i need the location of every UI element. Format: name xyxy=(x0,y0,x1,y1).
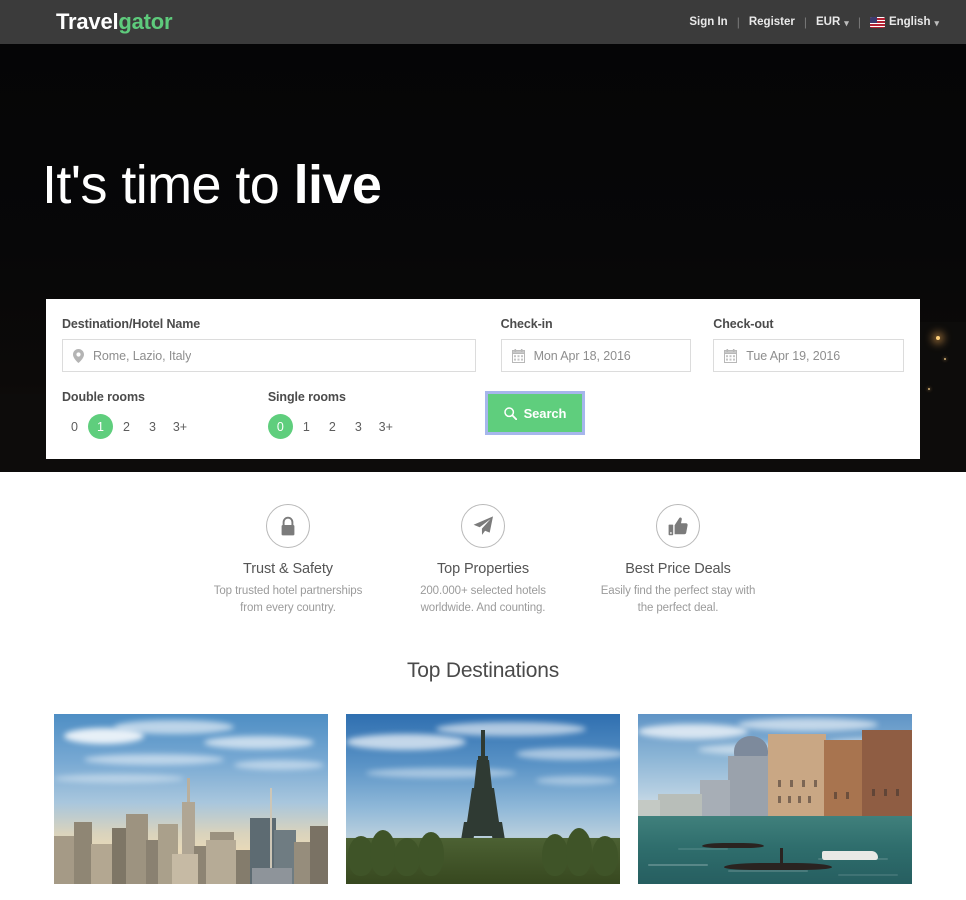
register-link[interactable]: Register xyxy=(740,16,804,28)
double-rooms-options: 0 1 2 3 3+ xyxy=(62,414,268,439)
single-rooms-option-0[interactable]: 0 xyxy=(267,414,293,439)
feature-desc-line1: 200.000+ selected hotels xyxy=(420,585,546,597)
checkin-field-group: Check-in Mon Apr 18, 2016 xyxy=(500,317,692,372)
logo-text-accent: gator xyxy=(118,9,173,34)
top-destinations-grid: New York, United States xyxy=(0,714,966,900)
feature-desc-line1: Top trusted hotel partnerships xyxy=(213,585,363,597)
search-icon xyxy=(503,406,517,420)
currency-label: EUR xyxy=(816,16,841,28)
feature-description: 200.000+ selected hotels worldwide. And … xyxy=(420,583,546,616)
chevron-down-icon: ▾ xyxy=(934,17,939,28)
top-navigation: Sign In | Register | EUR ▾ | English ▾ xyxy=(680,15,948,29)
feature-title: Best Price Deals xyxy=(625,561,731,577)
search-button[interactable]: Search xyxy=(485,391,585,435)
feature-title: Top Properties xyxy=(436,561,530,577)
new-york-skyline-photo xyxy=(54,714,328,885)
checkin-value: Mon Apr 18, 2016 xyxy=(533,348,631,363)
single-rooms-label: Single rooms xyxy=(267,390,346,404)
us-flag-icon xyxy=(869,16,885,28)
paper-plane-icon xyxy=(461,504,505,548)
currency-selector[interactable]: EUR ▾ xyxy=(807,16,858,28)
search-button-wrap: Search xyxy=(485,390,585,435)
search-form-card: Destination/Hotel Name Rome, Lazio, Ital… xyxy=(46,299,920,459)
checkout-input[interactable]: Tue Apr 19, 2016 xyxy=(713,339,904,372)
eiffel-tower-photo xyxy=(346,714,620,885)
single-rooms-option-2[interactable]: 2 xyxy=(320,414,345,439)
double-rooms-label: Double rooms xyxy=(62,390,145,404)
single-rooms-option-3plus[interactable]: 3+ xyxy=(372,414,400,439)
feature-trust-safety: Trust & Safety Top trusted hotel partner… xyxy=(191,504,386,616)
destination-field-group: Destination/Hotel Name Rome, Lazio, Ital… xyxy=(62,317,476,372)
language-label: English xyxy=(888,16,931,28)
hero-title-light: It's time to xyxy=(42,155,294,215)
logo[interactable]: Travelgator xyxy=(56,9,173,35)
destination-card-venice[interactable]: Venice, Italy xyxy=(638,714,912,900)
feature-desc-line2: worldwide. And counting. xyxy=(420,601,546,614)
destination-card-new-york[interactable]: New York, United States xyxy=(54,714,328,900)
feature-desc-line2: the perfect deal. xyxy=(637,601,719,614)
venice-grand-canal-photo xyxy=(638,714,912,885)
single-rooms-option-1[interactable]: 1 xyxy=(294,414,319,439)
top-destinations-heading: Top Destinations xyxy=(406,659,560,683)
double-rooms-option-3[interactable]: 3 xyxy=(140,414,165,439)
features-section: Trust & Safety Top trusted hotel partner… xyxy=(0,472,966,617)
logo-text-primary: Travel xyxy=(56,9,119,34)
search-row-rooms: Double rooms 0 1 2 3 3+ Single rooms 0 1… xyxy=(62,390,904,439)
sign-in-link[interactable]: Sign In xyxy=(680,16,736,28)
map-pin-icon xyxy=(73,348,84,363)
double-rooms-option-0[interactable]: 0 xyxy=(62,414,87,439)
destination-input[interactable]: Rome, Lazio, Italy xyxy=(62,339,476,372)
hero-title-bold: live xyxy=(293,155,382,215)
feature-top-properties: Top Properties 200.000+ selected hotels … xyxy=(386,504,581,616)
checkin-label: Check-in xyxy=(500,317,553,331)
feature-description: Top trusted hotel partnerships from ever… xyxy=(214,583,363,616)
feature-desc-line1: Easily find the perfect stay with xyxy=(600,585,756,597)
feature-description: Easily find the perfect stay with the pe… xyxy=(601,583,756,616)
checkout-label: Check-out xyxy=(713,317,774,331)
language-selector[interactable]: English ▾ xyxy=(861,16,948,28)
checkin-input[interactable]: Mon Apr 18, 2016 xyxy=(500,339,692,372)
thumbs-up-icon xyxy=(656,504,700,548)
double-rooms-option-2[interactable]: 2 xyxy=(114,414,139,439)
double-rooms-option-1[interactable]: 1 xyxy=(88,414,113,439)
double-rooms-group: Double rooms 0 1 2 3 3+ xyxy=(62,390,268,439)
search-button-label: Search xyxy=(523,405,567,421)
destination-label: Destination/Hotel Name xyxy=(62,317,201,331)
lock-icon xyxy=(266,504,310,548)
hero-title: It's time to live xyxy=(42,155,382,215)
feature-best-price-deals: Best Price Deals Easily find the perfect… xyxy=(581,504,776,616)
single-rooms-option-3[interactable]: 3 xyxy=(346,414,371,439)
double-rooms-option-3plus[interactable]: 3+ xyxy=(166,414,194,439)
calendar-icon xyxy=(511,348,525,363)
feature-title: Trust & Safety xyxy=(243,561,333,577)
feature-desc-line2: from every country. xyxy=(240,601,336,614)
single-rooms-options: 0 1 2 3 3+ xyxy=(267,414,488,439)
checkout-value: Tue Apr 19, 2016 xyxy=(746,348,841,363)
checkout-field-group: Check-out Tue Apr 19, 2016 xyxy=(713,317,904,372)
search-row-fields: Destination/Hotel Name Rome, Lazio, Ital… xyxy=(62,317,904,372)
chevron-down-icon: ▾ xyxy=(844,17,849,28)
hero-section: It's time to live Destination/Hotel Name… xyxy=(0,44,966,472)
destination-card-paris[interactable]: Paris, France xyxy=(346,714,620,900)
calendar-icon xyxy=(724,348,738,363)
destination-value: Rome, Lazio, Italy xyxy=(93,348,192,363)
single-rooms-group: Single rooms 0 1 2 3 3+ xyxy=(267,390,488,439)
site-header: Travelgator Sign In | Register | EUR ▾ |… xyxy=(0,0,966,44)
